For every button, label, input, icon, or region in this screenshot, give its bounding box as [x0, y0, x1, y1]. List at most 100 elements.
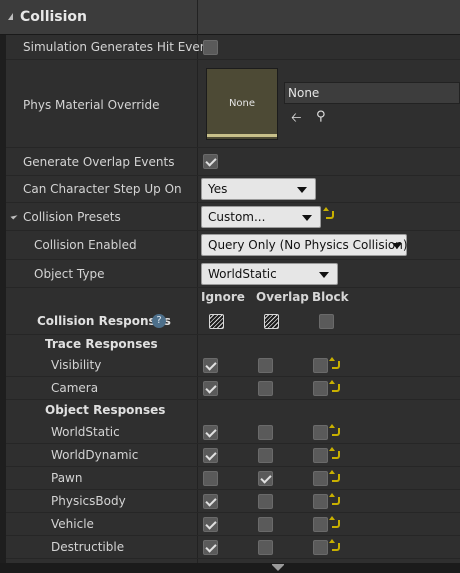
object-type-dropdown[interactable]: WorldStatic	[201, 263, 338, 285]
reset-to-default-icon[interactable]	[329, 493, 340, 505]
arrow-left-icon[interactable]: 🡠	[291, 109, 302, 131]
response-row: Destructible	[6, 536, 460, 559]
reset-to-default-icon[interactable]	[329, 539, 340, 551]
expand-down-icon[interactable]	[272, 565, 284, 571]
chevron-down-icon	[297, 187, 307, 193]
reset-to-default-icon[interactable]	[329, 380, 340, 392]
reset-to-default-icon[interactable]	[323, 207, 334, 219]
block-checkbox[interactable]	[313, 494, 328, 509]
step-up-dropdown[interactable]: Yes	[201, 178, 316, 200]
overlap-checkbox[interactable]	[258, 540, 273, 555]
magnifier-icon[interactable]: ⚲	[316, 109, 326, 124]
overlap-checkbox[interactable]	[258, 358, 273, 373]
column-header-block: Block	[312, 290, 349, 304]
response-row: PhysicsBody	[6, 490, 460, 513]
details-panel: Collision Simulation Generates Hit Event…	[0, 0, 460, 573]
block-checkbox[interactable]	[313, 471, 328, 486]
all-ignore-checkbox[interactable]	[209, 314, 224, 329]
phys-material-combo[interactable]: None	[284, 82, 460, 104]
step-up-value: Yes	[208, 182, 228, 196]
row-collision-responses: Collision Responses ?	[6, 309, 460, 335]
object-type-value: WorldStatic	[208, 267, 277, 281]
sim-hit-label: Simulation Generates Hit Events	[23, 40, 219, 54]
chevron-down-icon	[319, 272, 329, 278]
collision-presets-dropdown[interactable]: Custom...	[201, 206, 321, 228]
collision-enabled-value: Query Only (No Physics Collision)	[208, 238, 408, 252]
collapse-triangle-icon[interactable]	[8, 13, 13, 20]
section-header-collision[interactable]: Collision	[0, 0, 460, 35]
collision-presets-value: Custom...	[208, 210, 266, 224]
response-row: Pawn	[6, 467, 460, 490]
reset-to-default-icon[interactable]	[329, 516, 340, 528]
section-title: Collision	[20, 9, 88, 25]
ignore-checkbox[interactable]	[203, 471, 218, 486]
response-row: Camera	[6, 377, 460, 400]
row-sim-hit: Simulation Generates Hit Events	[6, 35, 460, 60]
collision-responses-label: Collision Responses	[37, 314, 171, 328]
reset-to-default-icon[interactable]	[329, 470, 340, 482]
object-type-label: Object Type	[34, 267, 105, 281]
row-trace-header: Trace Responses	[6, 335, 460, 354]
sim-hit-checkbox[interactable]	[203, 40, 218, 55]
phys-material-name: None	[288, 86, 320, 100]
scroll-footer[interactable]	[0, 563, 460, 573]
column-header-ignore: Ignore	[201, 290, 245, 304]
response-row: Vehicle	[6, 513, 460, 536]
overlap-checkbox[interactable]	[258, 448, 273, 463]
row-collision-presets: Collision Presets Custom...	[6, 203, 460, 231]
thumbnail-text: None	[228, 98, 256, 109]
phys-material-thumbnail[interactable]: None	[206, 68, 278, 140]
ignore-checkbox[interactable]	[203, 425, 218, 440]
ignore-checkbox[interactable]	[203, 448, 218, 463]
response-channel-label: WorldDynamic	[51, 448, 139, 462]
overlap-checkbox[interactable]	[258, 471, 273, 486]
response-channel-label: Vehicle	[51, 517, 94, 531]
step-up-label: Can Character Step Up On	[23, 182, 182, 196]
row-step-up: Can Character Step Up On Yes	[6, 176, 460, 203]
trace-responses-label: Trace Responses	[45, 337, 158, 351]
expand-presets-icon[interactable]	[10, 212, 18, 220]
response-row: WorldStatic	[6, 421, 460, 444]
all-overlap-checkbox[interactable]	[264, 314, 279, 329]
row-object-header: Object Responses	[6, 401, 460, 421]
all-block-checkbox[interactable]	[319, 314, 334, 329]
ignore-checkbox[interactable]	[203, 540, 218, 555]
block-checkbox[interactable]	[313, 517, 328, 532]
collision-enabled-label: Collision Enabled	[34, 238, 137, 252]
row-collision-enabled: Collision Enabled Query Only (No Physics…	[6, 231, 460, 260]
row-object-type: Object Type WorldStatic	[6, 260, 460, 288]
ignore-checkbox[interactable]	[203, 358, 218, 373]
reset-to-default-icon[interactable]	[329, 424, 340, 436]
ignore-checkbox[interactable]	[203, 494, 218, 509]
reset-to-default-icon[interactable]	[329, 447, 340, 459]
response-channel-label: PhysicsBody	[51, 494, 126, 508]
response-channel-label: Visibility	[51, 358, 102, 372]
help-icon[interactable]: ?	[152, 314, 166, 328]
collision-presets-label: Collision Presets	[23, 210, 121, 224]
overlap-checkbox[interactable]	[258, 425, 273, 440]
thumbnail-bar	[207, 134, 277, 137]
response-row: WorldDynamic	[6, 444, 460, 467]
chevron-down-icon	[302, 215, 312, 221]
object-responses-label: Object Responses	[45, 403, 166, 417]
ignore-checkbox[interactable]	[203, 381, 218, 396]
column-header-overlap: Overlap	[256, 290, 309, 304]
block-checkbox[interactable]	[313, 358, 328, 373]
phys-material-label: Phys Material Override	[23, 98, 160, 112]
reset-to-default-icon[interactable]	[329, 357, 340, 369]
overlap-checkbox[interactable]	[258, 381, 273, 396]
response-channel-label: Camera	[51, 381, 99, 395]
overlap-checkbox[interactable]	[258, 517, 273, 532]
collision-enabled-dropdown[interactable]: Query Only (No Physics Collision)	[201, 234, 408, 256]
overlap-events-checkbox[interactable]	[203, 154, 218, 169]
block-checkbox[interactable]	[313, 540, 328, 555]
overlap-checkbox[interactable]	[258, 494, 273, 509]
ignore-checkbox[interactable]	[203, 517, 218, 532]
block-checkbox[interactable]	[313, 448, 328, 463]
block-checkbox[interactable]	[313, 425, 328, 440]
block-checkbox[interactable]	[313, 381, 328, 396]
response-channel-label: Destructible	[51, 540, 125, 554]
response-row: Visibility	[6, 354, 460, 377]
chevron-down-icon	[392, 243, 402, 249]
overlap-events-label: Generate Overlap Events	[23, 155, 175, 169]
